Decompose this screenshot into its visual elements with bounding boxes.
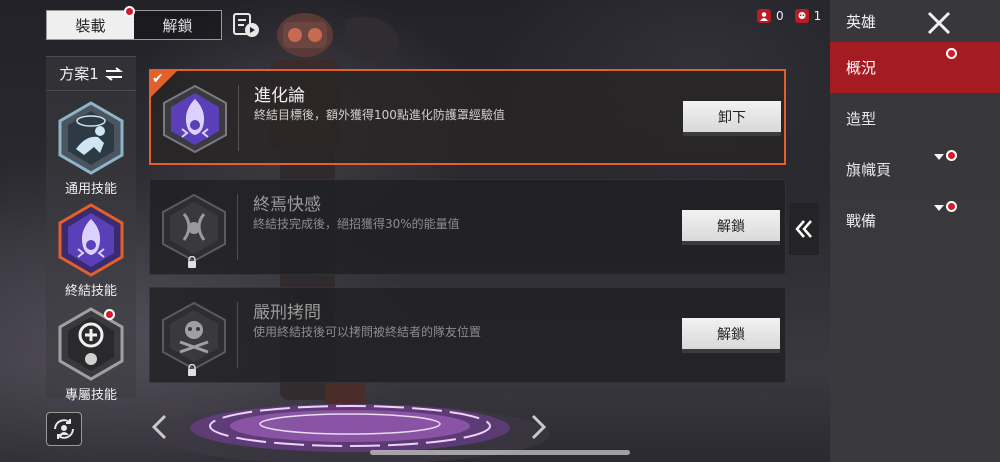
menu-item-label: 概況 — [846, 59, 877, 77]
preset-switch-button[interactable]: 方案1 — [46, 57, 136, 91]
menu-item-loadout[interactable]: 戰備 — [830, 195, 1000, 246]
refresh-portrait-icon — [54, 419, 74, 439]
video-log-icon[interactable] — [232, 12, 260, 38]
flame-skull-icon — [58, 203, 124, 277]
skill-description: 使用終結技後可以拷問被終結者的隊友位置 — [253, 325, 482, 339]
divider — [237, 194, 238, 260]
legend-token-icon — [757, 9, 771, 23]
category-general[interactable]: 通用技能 — [46, 101, 136, 197]
menu-item-skins[interactable]: 造型 — [830, 93, 1000, 144]
lock-icon — [188, 364, 196, 376]
plus-skull-icon — [58, 307, 124, 381]
swap-arrows-icon — [104, 66, 123, 81]
hero-menu-title: 英雄 — [846, 12, 877, 31]
menu-item-label: 旗幟頁 — [846, 161, 892, 179]
menu-item-overview[interactable]: 概況 — [830, 42, 1000, 93]
tab-unlock-label: 解鎖 — [162, 16, 193, 35]
skill-description: 終結技完成後，絕招獲得30%的能量值 — [253, 217, 460, 231]
unlock-button[interactable]: 解鎖 — [682, 318, 780, 353]
skill-category-column: 方案1 通用技能 終結技能 專屬技能 — [46, 56, 136, 403]
category-label: 專屬技能 — [64, 388, 117, 403]
category-finisher[interactable]: 終結技能 — [46, 203, 136, 299]
lock-icon — [188, 256, 196, 268]
menu-item-label: 造型 — [846, 110, 877, 128]
tab-equipped-label: 裝載 — [75, 16, 106, 35]
new-arrow-icon — [934, 154, 944, 160]
legend-token-count: 0 — [776, 9, 784, 23]
category-label: 通用技能 — [64, 182, 117, 197]
rotate-right-arrow[interactable] — [528, 414, 548, 440]
skill-name: 終焉快感 — [253, 195, 321, 215]
skill-card-final-thrill[interactable]: 終焉快感 終結技完成後，絕招獲得30%的能量值 解鎖 — [149, 179, 786, 275]
switch-character-button[interactable] — [46, 412, 82, 446]
category-label: 終結技能 — [64, 284, 117, 299]
home-indicator — [370, 450, 630, 455]
notification-dot — [946, 48, 957, 59]
crawling-figure-icon — [58, 101, 124, 175]
rotate-left-arrow[interactable] — [150, 414, 170, 440]
notification-dot — [104, 309, 115, 320]
tab-equipped[interactable]: 裝載 — [47, 6, 135, 39]
double-chevron-left-icon — [795, 220, 812, 238]
notification-dot — [946, 201, 957, 212]
preset-label: 方案1 — [59, 65, 99, 83]
skill-name: 嚴刑拷問 — [253, 303, 321, 323]
unlock-button[interactable]: 解鎖 — [682, 210, 780, 245]
close-icon[interactable] — [926, 10, 952, 36]
skull-currency-count: 1 — [813, 9, 822, 23]
menu-item-banners[interactable]: 旗幟頁 — [830, 144, 1000, 195]
top-tab-bar: 裝載 解鎖 — [46, 6, 222, 40]
divider — [237, 302, 238, 368]
currency-display: 0 1 — [757, 9, 821, 23]
ultimate-charge-icon — [162, 193, 226, 263]
tab-unlock[interactable]: 解鎖 — [134, 11, 221, 39]
skill-name: 進化論 — [254, 86, 305, 106]
new-arrow-icon — [934, 205, 944, 211]
hero-menu-header: 英雄 — [830, 0, 1000, 42]
menu-item-label: 戰備 — [846, 212, 877, 230]
skull-currency-icon — [794, 9, 809, 23]
skill-card-evolution[interactable]: ✔ 進化論 終結目標後，額外獲得100點進化防護罩經驗值 卸下 — [149, 69, 786, 165]
category-exclusive[interactable]: 專屬技能 — [46, 307, 136, 403]
skill-card-interrogation[interactable]: 嚴刑拷問 使用終結技後可以拷問被終結者的隊友位置 解鎖 — [149, 287, 786, 383]
skull-crossbones-icon — [162, 301, 226, 371]
unequip-button[interactable]: 卸下 — [683, 101, 781, 136]
notification-dot — [946, 150, 957, 161]
hero-side-menu: 英雄 概況 造型 旗幟頁 戰備 — [830, 0, 1000, 462]
skill-description: 終結目標後，額外獲得100點進化防護罩經驗值 — [254, 108, 505, 122]
flame-skull-icon — [163, 84, 227, 154]
divider — [238, 85, 239, 151]
collapse-menu-button[interactable] — [789, 203, 819, 255]
